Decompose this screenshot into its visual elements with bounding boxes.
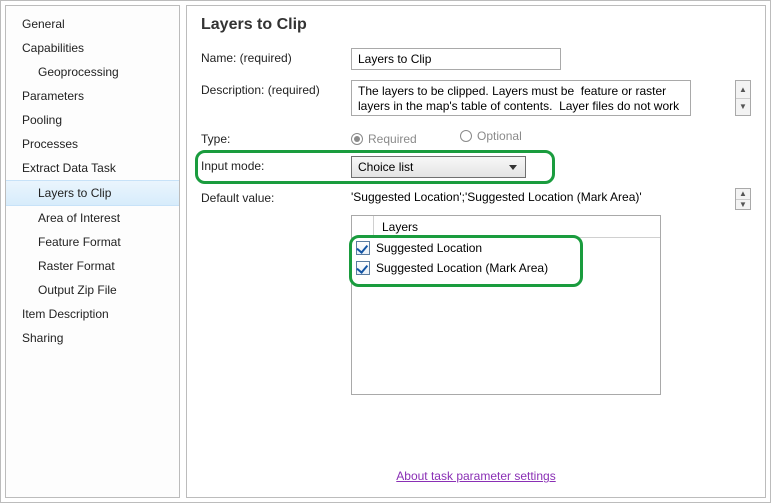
main-panel: Layers to Clip Name: (required) Descript… — [186, 5, 766, 498]
description-label: Description: (required) — [201, 80, 351, 97]
nav-feature-format[interactable]: Feature Format — [6, 230, 179, 254]
default-value-spinner[interactable]: ▲ ▼ — [735, 188, 751, 210]
nav-raster-format[interactable]: Raster Format — [6, 254, 179, 278]
description-textarea[interactable]: The layers to be clipped. Layers must be… — [351, 80, 691, 116]
chevron-down-icon[interactable]: ▼ — [736, 200, 750, 210]
chevron-up-icon[interactable]: ▲ — [736, 81, 750, 99]
nav-sharing[interactable]: Sharing — [6, 326, 179, 350]
layers-header-label: Layers — [374, 220, 418, 234]
chevron-down-icon — [505, 160, 521, 174]
layer-label: Suggested Location (Mark Area) — [376, 261, 548, 275]
nav-geoprocessing[interactable]: Geoprocessing — [6, 60, 179, 84]
nav-general[interactable]: General — [6, 12, 179, 36]
type-required-label: Required — [368, 132, 417, 146]
sidebar-nav: General Capabilities Geoprocessing Param… — [5, 5, 180, 498]
description-spinner[interactable]: ▲ ▼ — [735, 80, 751, 116]
panel-title: Layers to Clip — [201, 16, 751, 34]
layers-label-spacer — [201, 215, 351, 218]
layer-checkbox[interactable] — [356, 241, 370, 255]
name-label: Name: (required) — [201, 48, 351, 65]
nav-output-zip-file[interactable]: Output Zip File — [6, 278, 179, 302]
layer-checkbox[interactable] — [356, 261, 370, 275]
chevron-down-icon[interactable]: ▼ — [736, 99, 750, 116]
type-optional-label: Optional — [477, 129, 522, 143]
name-input[interactable] — [351, 48, 561, 70]
type-label: Type: — [201, 129, 351, 146]
default-value-text: 'Suggested Location';'Suggested Location… — [351, 188, 642, 204]
window-frame: General Capabilities Geoprocessing Param… — [0, 0, 771, 503]
nav-layers-to-clip[interactable]: Layers to Clip — [6, 180, 179, 206]
type-optional-radio[interactable]: Optional — [460, 129, 522, 143]
nav-area-of-interest[interactable]: Area of Interest — [6, 206, 179, 230]
chevron-up-icon[interactable]: ▲ — [736, 189, 750, 200]
layers-listbox: Layers Suggested Location Suggested Loca… — [351, 215, 661, 395]
nav-processes[interactable]: Processes — [6, 132, 179, 156]
layer-row[interactable]: Suggested Location (Mark Area) — [352, 258, 660, 278]
type-required-radio[interactable]: Required — [351, 132, 417, 146]
radio-icon — [460, 130, 472, 142]
nav-extract-data-task[interactable]: Extract Data Task — [6, 156, 179, 180]
nav-parameters[interactable]: Parameters — [6, 84, 179, 108]
default-value-label: Default value: — [201, 188, 351, 205]
input-mode-select[interactable]: Choice list — [351, 156, 526, 178]
radio-icon — [351, 133, 363, 145]
layer-label: Suggested Location — [376, 241, 482, 255]
footer: About task parameter settings — [187, 469, 765, 483]
layers-header-row: Layers — [352, 216, 660, 238]
nav-pooling[interactable]: Pooling — [6, 108, 179, 132]
nav-capabilities[interactable]: Capabilities — [6, 36, 179, 60]
nav-item-description[interactable]: Item Description — [6, 302, 179, 326]
input-mode-value: Choice list — [358, 160, 413, 174]
about-link[interactable]: About task parameter settings — [396, 469, 555, 483]
layer-row[interactable]: Suggested Location — [352, 238, 660, 258]
input-mode-label: Input mode: — [201, 156, 351, 173]
layers-header-spacer — [352, 216, 374, 237]
